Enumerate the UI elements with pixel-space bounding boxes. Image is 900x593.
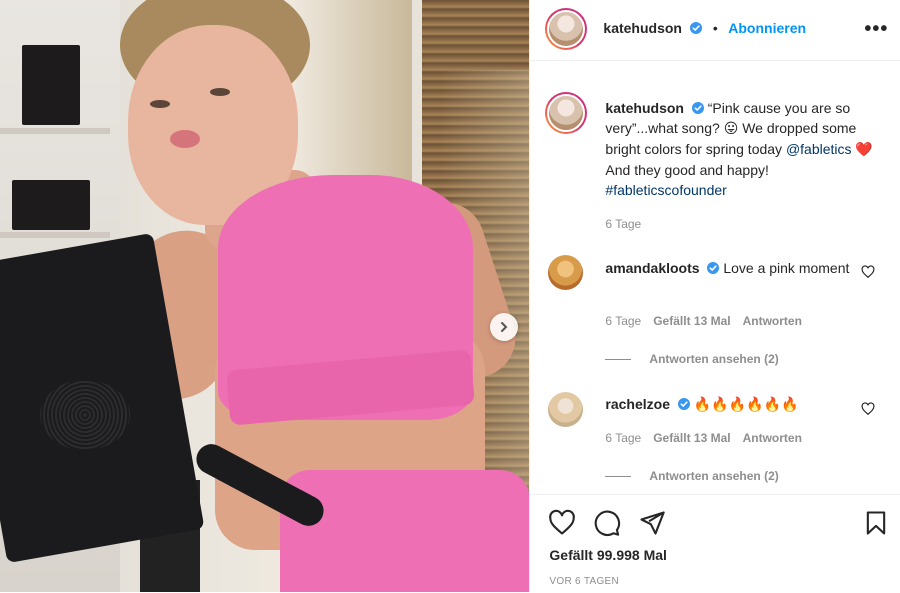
comment-like-heart-icon[interactable]: [861, 402, 875, 416]
tongue-emoji-icon: 😛: [723, 121, 739, 137]
comment-meta: 6 Tage Gefällt 13 Mal Antworten: [605, 431, 802, 445]
comment-like-heart-icon[interactable]: [861, 265, 875, 279]
photo-shorts: [280, 470, 530, 592]
mention-link[interactable]: @fabletics: [786, 141, 852, 157]
photo-shelf: [0, 232, 110, 238]
share-icon[interactable]: [638, 509, 666, 537]
reply-button[interactable]: Antworten: [743, 431, 802, 445]
verified-badge-icon: [691, 102, 704, 114]
verified-badge-icon: [690, 22, 703, 34]
verified-badge-icon: [677, 398, 690, 410]
comment-username[interactable]: amandakloots: [605, 260, 699, 276]
more-options-icon[interactable]: •••: [864, 18, 888, 41]
post-side-panel: katehudson • Abonnieren ••• katehudson “…: [529, 0, 900, 592]
comment-timestamp[interactable]: 6 Tage: [605, 431, 641, 445]
instagram-post: katehudson • Abonnieren ••• katehudson “…: [0, 0, 900, 592]
caption-username[interactable]: katehudson: [605, 100, 684, 116]
bookmark-icon[interactable]: [862, 509, 890, 537]
comment-icon[interactable]: [593, 509, 621, 537]
post-photo[interactable]: [0, 0, 530, 592]
author-username[interactable]: katehudson: [603, 20, 682, 36]
caption-text: And they good and happy!: [605, 162, 769, 178]
photo-shelf: [0, 128, 110, 134]
fire-emojis: 🔥🔥🔥🔥🔥🔥: [693, 397, 799, 413]
hashtag-link[interactable]: #fableticscofounder: [605, 182, 726, 198]
comment-likes[interactable]: Gefällt 13 Mal: [653, 431, 730, 445]
likes-count[interactable]: Gefällt 99.998 Mal: [549, 547, 667, 563]
photo-box: [22, 45, 80, 125]
reply-button[interactable]: Antworten: [743, 314, 802, 328]
post-actions: Gefällt 99.998 Mal VOR 6 TAGEN: [530, 494, 900, 593]
comment-username[interactable]: rachelzoe: [605, 396, 670, 412]
next-photo-button[interactable]: [490, 313, 518, 341]
view-replies-label: Antworten ansehen (2): [649, 469, 779, 483]
post-caption: katehudson “Pink cause you are so very”.…: [605, 98, 875, 234]
caption-timestamp[interactable]: 6 Tage: [605, 214, 875, 234]
follow-button[interactable]: Abonnieren: [728, 20, 806, 36]
comment-meta: 6 Tage Gefällt 13 Mal Antworten: [605, 314, 802, 328]
heart-icon[interactable]: [548, 509, 576, 537]
view-replies-button[interactable]: Antworten ansehen (2): [605, 469, 779, 483]
caption-avatar[interactable]: [545, 92, 588, 134]
chevron-right-icon: [501, 322, 508, 332]
view-replies-button[interactable]: Antworten ansehen (2): [605, 352, 779, 366]
view-replies-label: Antworten ansehen (2): [649, 352, 779, 366]
post-header: katehudson • Abonnieren •••: [530, 0, 900, 61]
comment-timestamp[interactable]: 6 Tage: [605, 314, 641, 328]
comment-text: Love a pink moment: [723, 260, 850, 276]
comment-likes[interactable]: Gefällt 13 Mal: [653, 314, 730, 328]
author-avatar[interactable]: [545, 8, 588, 50]
commenter-avatar[interactable]: [548, 255, 584, 290]
photo-lips: [170, 130, 200, 148]
post-date[interactable]: VOR 6 TAGEN: [549, 576, 619, 587]
comment: amandakloots Love a pink moment: [605, 258, 850, 278]
comment: rachelzoe 🔥🔥🔥🔥🔥🔥: [605, 394, 850, 415]
photo-box: [12, 180, 90, 230]
verified-badge-icon: [707, 262, 720, 274]
heart-emoji-icon: ❤️: [855, 142, 873, 158]
commenter-avatar[interactable]: [548, 392, 584, 427]
